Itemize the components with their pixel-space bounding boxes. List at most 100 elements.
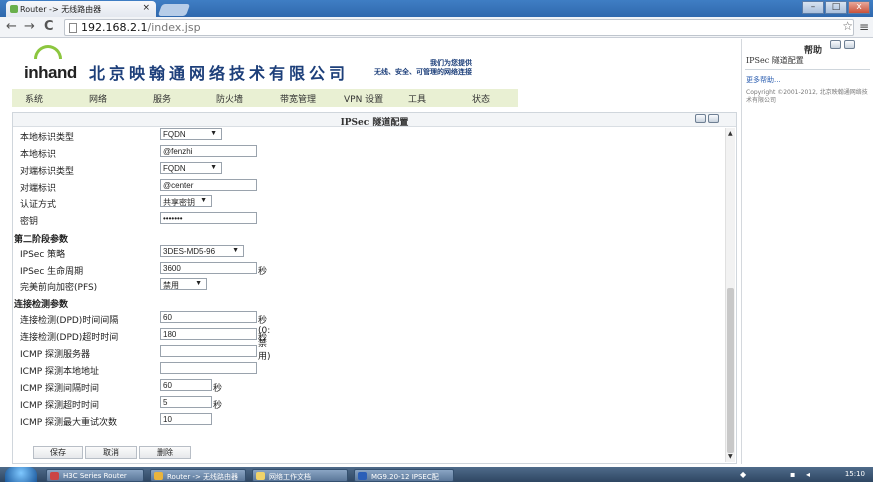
address-toolbar: ← → C 192.168.2.1/index.jsp ☆ ≡ bbox=[0, 17, 873, 38]
taskbar-item[interactable]: MG9.20-12 IPSEC配 bbox=[354, 469, 454, 482]
label-key: 密钥 bbox=[20, 217, 39, 227]
reload-icon[interactable]: C bbox=[44, 20, 54, 34]
panel-scrollbar[interactable]: ▲ ▼ bbox=[725, 128, 735, 462]
nav-item-services[interactable]: 服务 bbox=[153, 92, 171, 105]
panel-minimize-button[interactable] bbox=[695, 114, 706, 123]
delete-button[interactable]: 删除 bbox=[139, 446, 191, 459]
save-button[interactable]: 保存 bbox=[33, 446, 83, 459]
input-dpd-timeout[interactable]: 180 bbox=[160, 328, 257, 340]
help-minimize-button[interactable] bbox=[830, 40, 841, 49]
url-host: 192.168.2.1 bbox=[81, 21, 148, 34]
label-ipsec-policy: IPSec 策略 bbox=[20, 250, 66, 260]
input-icmp-server[interactable] bbox=[160, 345, 257, 357]
input-key[interactable]: ••••••• bbox=[160, 212, 257, 224]
forward-icon[interactable]: → bbox=[24, 20, 35, 34]
dropdown-arrow-icon: ▼ bbox=[210, 164, 217, 171]
input-dpd-interval[interactable]: 60 bbox=[160, 311, 257, 323]
nav-item-tools[interactable]: 工具 bbox=[408, 92, 426, 105]
select-value: FQDN bbox=[163, 130, 186, 139]
nav-item-status[interactable]: 状态 bbox=[472, 92, 490, 105]
word-icon bbox=[358, 472, 367, 480]
browser-tab-bar: Router -> 无线路由器 × – □ x bbox=[0, 0, 873, 17]
scroll-down-icon[interactable]: ▼ bbox=[728, 453, 733, 460]
taskbar-item-label: 网络工作文档 bbox=[269, 473, 311, 481]
select-pfs[interactable]: 禁用 ▼ bbox=[160, 278, 207, 290]
input-icmp-local[interactable] bbox=[160, 362, 257, 374]
select-value: FQDN bbox=[163, 164, 186, 173]
select-local-id-type[interactable]: FQDN ▼ bbox=[160, 128, 222, 140]
logo-arc-icon bbox=[34, 45, 62, 59]
select-remote-id-type[interactable]: FQDN ▼ bbox=[160, 162, 222, 174]
url-path: /index.jsp bbox=[147, 21, 201, 34]
nav-item-bandwidth[interactable]: 带宽管理 bbox=[280, 92, 316, 105]
nav-item-firewall[interactable]: 防火墙 bbox=[216, 92, 243, 105]
select-value: 共享密钥 bbox=[163, 198, 195, 207]
label-pfs: 完美前向加密(PFS) bbox=[20, 283, 98, 293]
address-bar[interactable]: 192.168.2.1/index.jsp bbox=[64, 19, 854, 36]
tab-title: Router -> 无线路由器 bbox=[20, 5, 102, 14]
window-minimize-button[interactable]: – bbox=[802, 1, 824, 14]
input-icmp-interval[interactable]: 60 bbox=[160, 379, 212, 391]
nav-item-vpn[interactable]: VPN 设置 bbox=[344, 92, 383, 105]
input-icmp-timeout[interactable]: 5 bbox=[160, 396, 212, 408]
help-subtitle: IPSec 隧道配置 bbox=[746, 56, 804, 65]
folder-icon bbox=[256, 472, 265, 480]
select-ipsec-policy[interactable]: 3DES-MD5-96 ▼ bbox=[160, 245, 244, 257]
input-remote-id[interactable]: @center bbox=[160, 179, 257, 191]
select-value: 3DES-MD5-96 bbox=[163, 247, 216, 256]
label-auth-method: 认证方式 bbox=[20, 200, 57, 210]
select-auth-method[interactable]: 共享密钥 ▼ bbox=[160, 195, 212, 207]
nav-item-network[interactable]: 网络 bbox=[89, 92, 107, 105]
label-local-id: 本地标识 bbox=[20, 150, 57, 160]
unit-seconds: 秒 bbox=[258, 267, 268, 277]
label-icmp-local: ICMP 探测本地地址 bbox=[20, 367, 99, 377]
tray-volume-icon[interactable]: ◂ bbox=[806, 470, 810, 479]
label-icmp-server: ICMP 探测服务器 bbox=[20, 350, 90, 360]
tray-network-icon[interactable]: ◆ bbox=[740, 470, 746, 479]
label-dpd-timeout: 连接检测(DPD)超时时间 bbox=[20, 333, 119, 343]
help-maximize-button[interactable] bbox=[844, 40, 855, 49]
page-header: inhand 北京映翰通网络技术有限公司 我们为您提供 无线、安全、可管理的网络… bbox=[0, 39, 741, 89]
label-icmp-retries: ICMP 探测最大重试次数 bbox=[20, 418, 117, 428]
new-tab-button[interactable] bbox=[157, 4, 191, 16]
back-icon[interactable]: ← bbox=[6, 20, 17, 34]
dropdown-arrow-icon: ▼ bbox=[210, 130, 217, 137]
scroll-up-icon[interactable]: ▲ bbox=[728, 130, 733, 137]
more-help-link[interactable]: 更多帮助... bbox=[746, 75, 781, 85]
nav-item-system[interactable]: 系统 bbox=[25, 92, 43, 105]
dropdown-arrow-icon: ▼ bbox=[195, 280, 202, 287]
window-close-button[interactable]: x bbox=[848, 1, 870, 14]
taskbar-item[interactable]: Router -> 无线路由器 bbox=[150, 469, 246, 482]
browser-tab[interactable]: Router -> 无线路由器 × bbox=[6, 1, 156, 17]
page-icon bbox=[69, 23, 77, 33]
label-remote-id: 对端标识 bbox=[20, 184, 57, 194]
panel-maximize-button[interactable] bbox=[708, 114, 719, 123]
main-nav: 系统 网络 服务 防火墙 带宽管理 VPN 设置 工具 状态 bbox=[12, 89, 518, 107]
window-maximize-button[interactable]: □ bbox=[825, 1, 847, 14]
taskbar-item[interactable]: H3C Series Router bbox=[46, 469, 144, 482]
input-icmp-retries[interactable]: 10 bbox=[160, 413, 212, 425]
taskbar-item[interactable]: 网络工作文档 bbox=[252, 469, 348, 482]
ipsec-config-panel: IPSec 隧道配置 本地标识类型 FQDN ▼ 本地标识 @fenzhi 对端标… bbox=[12, 112, 737, 464]
input-ipsec-lifetime[interactable]: 3600 bbox=[160, 262, 257, 274]
label-local-id-type: 本地标识类型 bbox=[20, 133, 75, 143]
company-name: 北京映翰通网络技术有限公司 bbox=[89, 64, 350, 83]
tab-close-icon[interactable]: × bbox=[142, 3, 150, 13]
bookmark-star-icon[interactable]: ☆ bbox=[842, 19, 853, 33]
input-local-id[interactable]: @fenzhi bbox=[160, 145, 257, 157]
os-taskbar: H3C Series Router Router -> 无线路由器 网络工作文档… bbox=[0, 467, 873, 482]
scrollbar-thumb[interactable] bbox=[727, 288, 734, 453]
cancel-button[interactable]: 取消 bbox=[85, 446, 137, 459]
dropdown-arrow-icon: ▼ bbox=[232, 247, 239, 254]
panel-title: IPSec 隧道配置 bbox=[13, 113, 736, 128]
section-phase2: 第二阶段参数 bbox=[14, 235, 69, 245]
label-dpd-interval: 连接检测(DPD)时间间隔 bbox=[20, 316, 119, 326]
dropdown-arrow-icon: ▼ bbox=[200, 197, 207, 204]
tray-flag-icon[interactable]: ▪ bbox=[790, 470, 795, 479]
chrome-icon bbox=[154, 472, 163, 480]
start-button[interactable] bbox=[5, 467, 37, 482]
section-dpd: 连接检测参数 bbox=[14, 300, 69, 310]
menu-icon[interactable]: ≡ bbox=[859, 20, 869, 34]
label-remote-id-type: 对端标识类型 bbox=[20, 167, 75, 177]
clock: 15:10 bbox=[844, 470, 865, 478]
